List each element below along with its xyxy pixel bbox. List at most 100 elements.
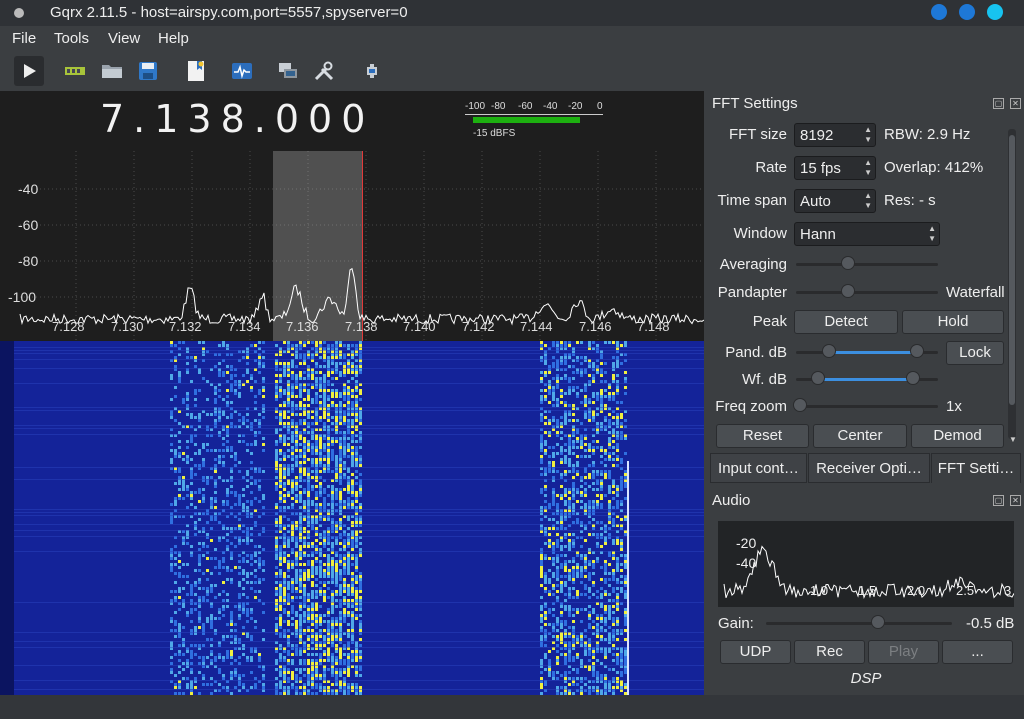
tools-icon (314, 61, 334, 81)
center-button[interactable]: Center (813, 424, 907, 448)
menu-view[interactable]: View (108, 30, 140, 47)
open-folder-icon (102, 65, 122, 78)
fft-settings-title: FFT Settings (712, 95, 798, 112)
menu-tools[interactable]: Tools (54, 30, 89, 47)
audio-fft-plot[interactable]: -20 -40 1.0 1.5 2.0 2.5 3 (718, 521, 1014, 607)
averaging-label: Averaging (719, 256, 787, 273)
play-icon (24, 64, 36, 78)
freq-zoom-value: 1x (946, 398, 962, 415)
rate-spinbox[interactable]: 15 fps ▲ ▼ (794, 156, 876, 180)
pandapter[interactable]: 7.138.000 -100 -80 -60 -40 -20 0 -15 dBF… (0, 91, 704, 341)
pand-db-range-fill (829, 351, 917, 354)
demod-button[interactable]: Demod (911, 424, 1004, 448)
x-tick-label: 7.128 (52, 319, 85, 334)
x-tick-label: 7.138 (345, 319, 378, 334)
hardware-button[interactable] (60, 56, 90, 86)
pand-db-max-handle[interactable] (910, 344, 924, 358)
audio-y-tick: -20 (736, 535, 757, 551)
wf-db-label: Wf. dB (741, 371, 787, 388)
settings-button[interactable] (357, 56, 387, 86)
audio-gain-slider-handle[interactable] (871, 615, 885, 629)
maximize-button[interactable] (959, 4, 975, 20)
audio-gain-slider[interactable] (766, 622, 952, 625)
fft-settings-scrollbar[interactable] (1008, 129, 1016, 439)
minimize-button[interactable] (931, 4, 947, 20)
menu-file[interactable]: File (12, 30, 36, 47)
tab-input-controls[interactable]: Input cont… (710, 453, 807, 483)
spin-arrows-icon: ▲ ▼ (864, 191, 872, 210)
spin-arrows-icon: ▲ ▼ (864, 158, 872, 177)
remote-button[interactable] (273, 56, 303, 86)
menu-bar: File Tools View Help (0, 26, 1024, 51)
audio-options-button[interactable]: ... (942, 640, 1013, 664)
dropdown-arrows-icon: ▲ ▼ (928, 224, 936, 243)
tab-receiver-options[interactable]: Receiver Opti… (808, 453, 930, 483)
spin-arrows-icon: ▲ ▼ (864, 125, 872, 144)
wf-db-range-fill (817, 378, 913, 381)
window-select[interactable]: Hann ▲ ▼ (794, 222, 940, 246)
audio-x-tick: 3 (1004, 583, 1012, 598)
window-label: Window (733, 225, 787, 242)
averaging-slider-handle[interactable] (841, 256, 855, 270)
udp-button[interactable]: UDP (720, 640, 791, 664)
freq-zoom-slider[interactable] (796, 405, 938, 408)
fft-size-spinbox[interactable]: 8192 ▲ ▼ (794, 123, 876, 147)
waterfall[interactable] (0, 341, 704, 695)
close-button[interactable] (987, 4, 1003, 20)
audio-x-tick: 2.5 (956, 583, 975, 598)
audio-title: Audio (712, 492, 751, 509)
x-tick-label: 7.136 (286, 319, 319, 334)
menu-help[interactable]: Help (158, 30, 189, 47)
right-dock-panel: FFT Settings ▢ ✕ FFT size 8192 ▲ ▼ RBW: 2… (704, 91, 1024, 695)
record-button[interactable]: Rec (794, 640, 865, 664)
timespan-spinbox[interactable]: Auto ▲ ▼ (794, 189, 876, 213)
timespan-value: Auto (800, 193, 831, 210)
tab-fft-settings[interactable]: FFT Setti… (931, 453, 1021, 483)
peak-hold-button[interactable]: Hold (902, 310, 1004, 334)
gain-label: Gain: (718, 615, 754, 632)
bookmark-button[interactable] (181, 56, 211, 86)
pandapter-waterfall-slider-handle[interactable] (841, 284, 855, 298)
pandapter-waterfall-slider[interactable] (796, 291, 938, 294)
tools-button[interactable] (309, 56, 339, 86)
dock-float-icon[interactable]: ▢ (993, 98, 1004, 109)
open-button[interactable] (97, 56, 127, 86)
pand-db-min-handle[interactable] (822, 344, 836, 358)
rate-value: 15 fps (800, 160, 841, 177)
lock-button[interactable]: Lock (946, 341, 1004, 365)
x-tick-label: 7.142 (462, 319, 495, 334)
fft-size-label: FFT size (728, 126, 787, 143)
x-tick-label: 7.132 (169, 319, 202, 334)
timespan-label: Time span (717, 192, 787, 209)
x-tick-label: 7.146 (579, 319, 612, 334)
wf-db-max-handle[interactable] (906, 371, 920, 385)
spectrum-trace (19, 267, 704, 326)
x-tick-label: 7.140 (403, 319, 436, 334)
scroll-down-icon[interactable]: ▼ (1009, 435, 1017, 444)
dock-float-icon[interactable]: ▢ (993, 495, 1004, 506)
window-value: Hann (800, 226, 836, 243)
fft-size-value: 8192 (800, 127, 834, 144)
fft-icon (232, 63, 252, 79)
peak-label: Peak (752, 313, 787, 330)
window-title: Gqrx 2.11.5 - host=airspy.com,port=5557,… (50, 4, 408, 21)
audio-x-tick: 1.0 (810, 583, 829, 598)
dock-close-icon[interactable]: ✕ (1010, 495, 1021, 506)
averaging-slider[interactable] (796, 263, 938, 266)
fft-button[interactable] (227, 56, 257, 86)
x-tick-label: 7.148 (637, 319, 670, 334)
y-tick-label: -60 (18, 217, 39, 233)
wf-db-min-handle[interactable] (811, 371, 825, 385)
save-button[interactable] (133, 56, 163, 86)
scrollbar-thumb[interactable] (1009, 135, 1015, 405)
freq-zoom-slider-handle[interactable] (793, 398, 807, 412)
play-audio-button[interactable]: Play (868, 640, 939, 664)
gain-value: -0.5 dB (966, 615, 1015, 632)
peak-detect-button[interactable]: Detect (794, 310, 898, 334)
play-button[interactable] (14, 56, 44, 86)
y-tick-label: -40 (18, 181, 39, 197)
dock-close-icon[interactable]: ✕ (1010, 98, 1021, 109)
reset-button[interactable]: Reset (716, 424, 809, 448)
app-icon (14, 8, 24, 18)
res-value: Res: - s (884, 192, 936, 209)
